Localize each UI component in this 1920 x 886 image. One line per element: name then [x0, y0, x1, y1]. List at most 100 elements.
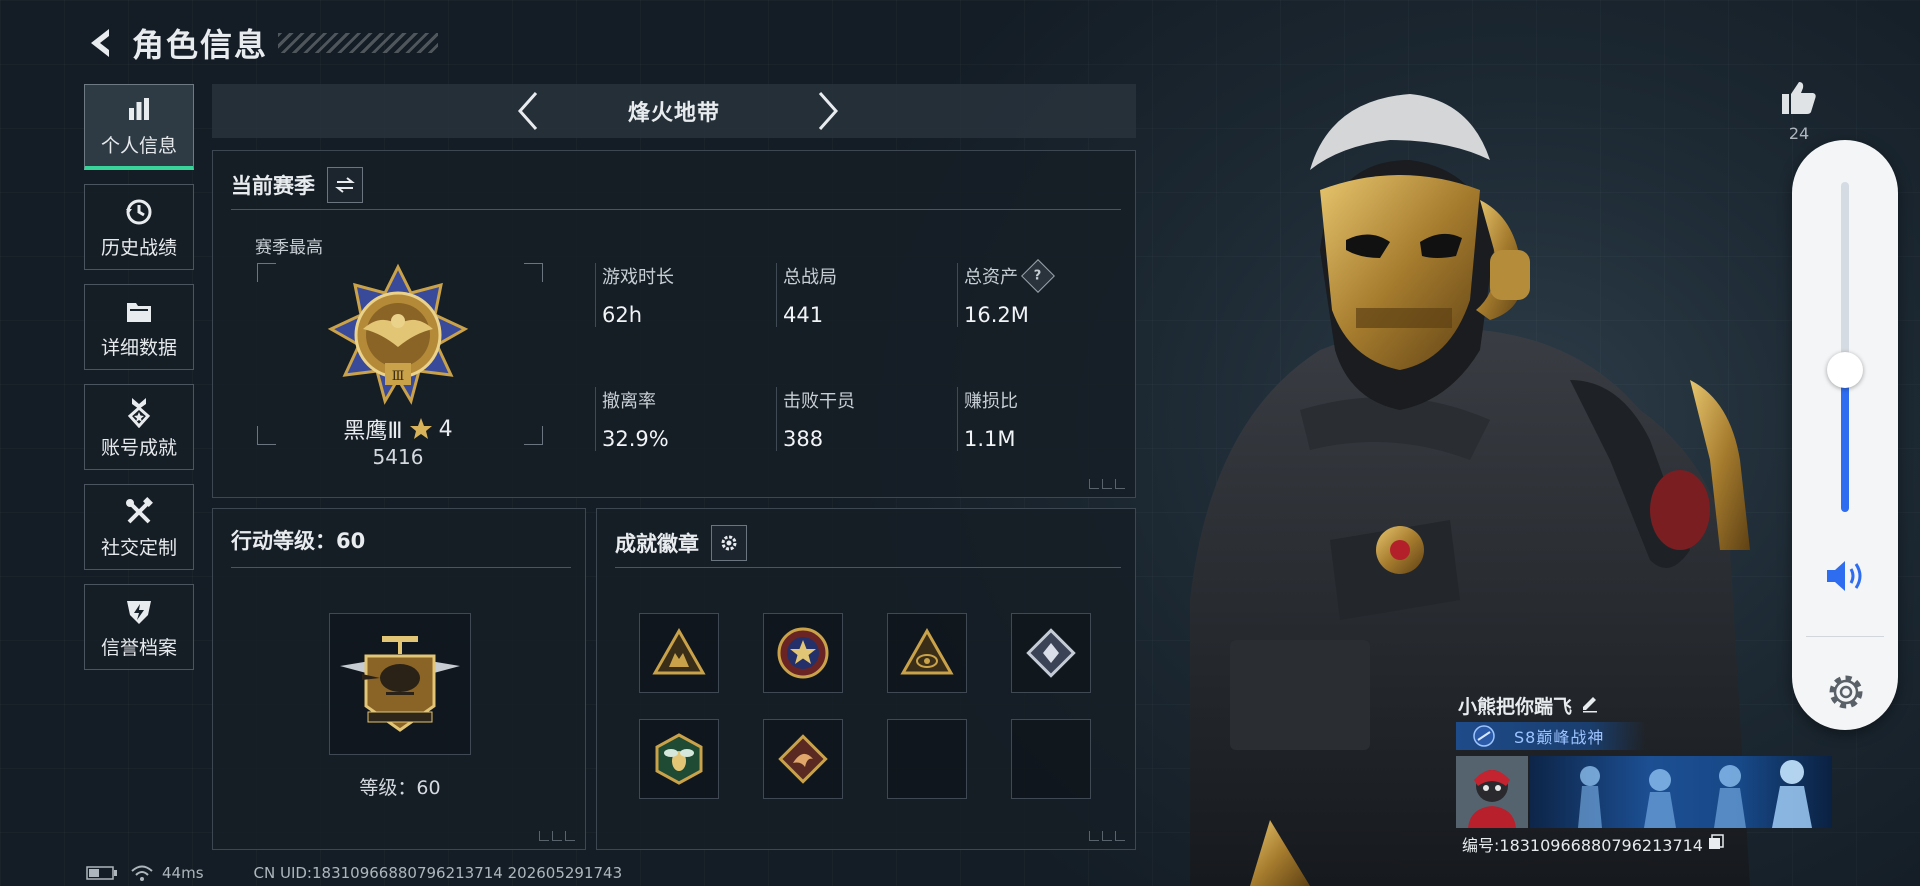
folder-icon [127, 302, 151, 322]
stat-label: 总资产 [964, 267, 1018, 288]
sidebar-item-social-custom[interactable]: 社交定制 [84, 484, 194, 570]
crystal-diamond-badge-icon [1026, 628, 1076, 678]
level-emblem-frame [329, 613, 471, 755]
corner-decoration [539, 831, 575, 841]
badge-slot[interactable] [639, 719, 719, 799]
stat-label: 击败干员 [783, 391, 855, 412]
rank-star-count: 4 [438, 416, 453, 442]
sound-settings-button[interactable] [1824, 670, 1868, 718]
stat-value: 16.2M [964, 303, 1029, 327]
season-best-label: 赛季最高 [255, 238, 323, 258]
corner-decoration [1089, 831, 1125, 841]
wifi-icon [131, 865, 153, 881]
player-title-band: S8巅峰战神 [1456, 722, 1646, 750]
status-footer: 44ms CN UID:18310966880796213714 2026052… [86, 860, 622, 886]
badge-slot-empty[interactable] [887, 719, 967, 799]
like-button[interactable] [1776, 80, 1822, 120]
sidebar-item-detailed-data[interactable]: 详细数据 [84, 284, 194, 370]
badge-slot[interactable] [639, 613, 719, 693]
badge-slot[interactable] [763, 719, 843, 799]
dragon-diamond-badge-icon [778, 734, 828, 784]
speaker-icon [1827, 561, 1862, 591]
volume-slider[interactable] [1827, 182, 1863, 512]
edit-name-button[interactable] [1580, 693, 1600, 718]
badge-slot[interactable] [1011, 613, 1091, 693]
helicopter-level-emblem-icon [340, 636, 460, 732]
divider [1806, 636, 1884, 637]
bee-hexagon-badge-icon [655, 733, 703, 785]
player-title-text: S8巅峰战神 [1514, 728, 1605, 747]
achievement-badges-panel: 成就徽章 [596, 508, 1136, 850]
season-switch-button[interactable] [327, 167, 363, 203]
badges-settings-button[interactable] [711, 525, 747, 561]
top-bar: 角色信息 [80, 18, 439, 68]
chevron-right-icon [818, 92, 839, 130]
sidebar-item-credit-record[interactable]: 信誉档案 [84, 584, 194, 670]
stat-label: 总战局 [783, 267, 837, 288]
stat-total-assets: 总资产 ? 16.2M [957, 259, 1134, 327]
action-level-panel: 行动等级：60 等级：60 [212, 508, 586, 850]
volume-level-fill [1841, 370, 1849, 512]
pencil-icon [1583, 697, 1598, 713]
badge-slot-empty[interactable] [1011, 719, 1091, 799]
copy-icon [1709, 834, 1724, 849]
achievement-medal-icon [127, 397, 151, 428]
like-count: 24 [1788, 124, 1810, 143]
mode-prev-button[interactable] [508, 91, 548, 131]
stat-value: 388 [783, 427, 824, 451]
sidebar-item-account-achievements[interactable]: 账号成就 [84, 384, 194, 470]
stat-value: 32.9% [602, 427, 669, 451]
sidebar-item-personal-info[interactable]: 个人信息 [84, 84, 194, 170]
side-nav: 个人信息 历史战绩 详细数据 账号成就 社交定制 信誉档案 [84, 84, 196, 684]
mode-selector: 烽火地带 [212, 84, 1136, 138]
rank-name: 黑鹰Ⅲ 4 [213, 413, 583, 445]
stat-label: 赚损比 [964, 391, 1018, 412]
season-panel-title: 当前赛季 [231, 174, 315, 198]
stat-operators-defeated: 击败干员 388 [776, 387, 953, 451]
stat-value: 1.1M [964, 427, 1016, 451]
sidebar-item-label: 个人信息 [100, 135, 177, 157]
badges-panel-title: 成就徽章 [615, 532, 699, 556]
shield-bolt-icon [127, 600, 151, 624]
ping-value: 44ms [162, 864, 204, 882]
tools-icon [126, 496, 153, 523]
swap-arrows-icon [335, 177, 355, 193]
bar-chart-icon [129, 98, 149, 120]
volume-slider-thumb[interactable] [1827, 352, 1863, 389]
back-button[interactable] [80, 22, 122, 64]
stat-profit-loss-ratio: 赚损比 1.1M [957, 387, 1134, 451]
divider [231, 567, 571, 568]
stat-value: 62h [602, 303, 643, 327]
gear-icon [721, 535, 737, 551]
like-control: 24 [1776, 80, 1822, 143]
help-icon[interactable]: ? [1021, 259, 1055, 293]
sidebar-item-label: 账号成就 [100, 436, 177, 459]
stat-label: 游戏时长 [602, 267, 674, 288]
player-id-text: 编号:18310966880796213714 [1462, 836, 1703, 855]
battery-icon [86, 866, 117, 880]
title-decoration [278, 33, 439, 53]
mute-toggle-button[interactable] [1825, 558, 1867, 598]
hands-triangle-badge-icon [652, 627, 706, 675]
eye-triangle-badge-icon [900, 627, 954, 675]
stat-label: 撤离率 [602, 391, 656, 412]
sidebar-item-history[interactable]: 历史战绩 [84, 184, 194, 270]
history-clock-icon [126, 199, 152, 224]
rank-score: 5416 [372, 445, 424, 469]
player-name: 小熊把你踹飞 [1458, 692, 1600, 719]
player-banner [1530, 756, 1832, 828]
sidebar-item-label: 历史战绩 [100, 236, 177, 259]
chevron-left-icon [517, 92, 538, 130]
sidebar-item-label: 社交定制 [100, 536, 177, 559]
stat-value: 441 [783, 303, 824, 327]
action-level-title: 行动等级：60 [231, 529, 366, 553]
avatar[interactable] [1456, 756, 1528, 828]
uid-text: CN UID:18310966880796213714 202605291743 [253, 864, 623, 882]
badge-slot[interactable] [887, 613, 967, 693]
player-id: 编号:18310966880796213714 [1462, 832, 1725, 856]
copy-id-button[interactable] [1707, 833, 1725, 855]
thumbs-up-icon [1782, 82, 1816, 114]
divider [231, 209, 1121, 210]
badge-slot[interactable] [763, 613, 843, 693]
mode-next-button[interactable] [808, 91, 848, 131]
